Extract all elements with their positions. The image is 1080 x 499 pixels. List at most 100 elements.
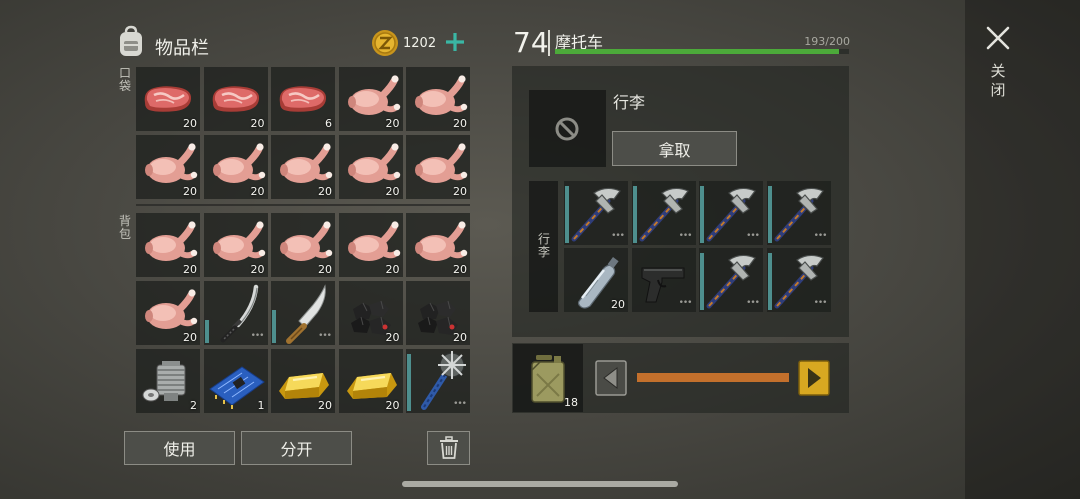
- item-quality-dots: •••: [318, 331, 332, 341]
- item-count: 20: [250, 263, 265, 276]
- backpack-item-slot[interactable]: •••: [271, 281, 335, 345]
- durability-bar: [407, 354, 411, 411]
- section-divider: [136, 204, 470, 206]
- fuel-decrease-button[interactable]: [595, 360, 627, 396]
- backpack-label: 背包: [118, 214, 131, 241]
- close-icon: [986, 26, 1010, 50]
- pocket-item-slot[interactable]: 20: [338, 135, 403, 199]
- item-count: 20: [611, 298, 625, 311]
- luggage-title: 行李: [613, 93, 646, 112]
- item-count: 20: [183, 117, 197, 130]
- item-quality-dots: •••: [678, 231, 693, 241]
- backpack-item-slot[interactable]: 20: [406, 281, 470, 345]
- luggage-item-slot[interactable]: 20: [564, 248, 628, 312]
- trash-icon: [439, 436, 458, 459]
- item-count: 20: [453, 117, 467, 130]
- add-coins-button[interactable]: [443, 30, 467, 56]
- backpack-item-slot[interactable]: 20: [203, 213, 268, 277]
- pocket-item-slot[interactable]: 20: [338, 67, 403, 131]
- item-quality-dots: •••: [746, 231, 760, 241]
- fuel-slider-fill: [637, 373, 789, 382]
- plus-icon: [446, 33, 464, 51]
- luggage-label-box: 行李: [529, 181, 558, 312]
- vehicle-level: 74: [513, 26, 549, 59]
- item-count: 20: [183, 185, 197, 198]
- pocket-item-slot[interactable]: 20: [406, 135, 470, 199]
- prohibited-icon: [555, 117, 579, 141]
- take-button[interactable]: 拿取: [612, 131, 737, 166]
- luggage-item-slot[interactable]: •••: [699, 248, 763, 312]
- luggage-item-slot[interactable]: •••: [699, 181, 763, 245]
- item-count: 20: [385, 117, 400, 130]
- durability-bar: [767, 253, 772, 310]
- luggage-item-slot[interactable]: •••: [766, 181, 831, 245]
- luggage-item-slot[interactable]: •••: [631, 248, 696, 312]
- backpack-item-slot[interactable]: 20: [338, 213, 403, 277]
- item-count: 20: [453, 185, 467, 198]
- backpack-icon: [116, 24, 146, 58]
- luggage-empty-slot[interactable]: [529, 90, 606, 167]
- item-count: 20: [183, 331, 197, 344]
- item-count: 20: [183, 263, 197, 276]
- fuel-count: 18: [564, 396, 578, 409]
- item-count: 1: [257, 399, 265, 412]
- pocket-item-slot[interactable]: 20: [203, 67, 268, 131]
- inventory-title: 物品栏: [155, 38, 209, 59]
- backpack-item-slot[interactable]: 20: [136, 281, 200, 345]
- pocket-item-slot[interactable]: 20: [406, 67, 470, 131]
- backpack-item-slot[interactable]: •••: [203, 281, 268, 345]
- home-indicator[interactable]: [402, 481, 678, 487]
- backpack-item-slot[interactable]: 20: [406, 213, 470, 277]
- item-count: 6: [325, 117, 332, 130]
- pocket-item-slot[interactable]: 6: [271, 67, 335, 131]
- backpack-item-slot[interactable]: •••: [406, 349, 470, 413]
- close-button[interactable]: [978, 20, 1018, 56]
- item-count: 20: [385, 185, 400, 198]
- item-quality-dots: •••: [250, 331, 265, 341]
- durability-bar: [565, 186, 569, 243]
- item-count: 20: [385, 263, 400, 276]
- pocket-label: 口袋: [118, 66, 131, 93]
- item-quality-dots: •••: [813, 231, 828, 241]
- pocket-item-slot[interactable]: 20: [203, 135, 268, 199]
- item-quality-dots: •••: [746, 298, 760, 308]
- durability-bar: [272, 310, 276, 343]
- luggage-item-slot[interactable]: •••: [564, 181, 628, 245]
- fuel-slider[interactable]: [637, 373, 789, 382]
- backpack-item-slot[interactable]: 20: [338, 281, 403, 345]
- item-count: 20: [453, 331, 467, 344]
- split-button[interactable]: 分开: [241, 431, 352, 465]
- backpack-item-slot[interactable]: 20: [338, 349, 403, 413]
- durability-bar: [767, 186, 772, 243]
- item-count: 2: [190, 399, 197, 412]
- close-label: 关闭: [990, 62, 1006, 99]
- capacity-bar-fill: [555, 49, 839, 54]
- arrow-right-icon: [798, 360, 830, 396]
- trash-button[interactable]: [427, 431, 470, 465]
- durability-bar: [700, 186, 704, 243]
- coin-icon: [370, 28, 400, 58]
- pocket-item-slot[interactable]: 20: [271, 135, 335, 199]
- item-quality-dots: •••: [678, 298, 693, 308]
- luggage-item-slot[interactable]: •••: [631, 181, 696, 245]
- backpack-item-slot[interactable]: 20: [136, 213, 200, 277]
- item-count: 20: [318, 263, 332, 276]
- backpack-item-slot[interactable]: 20: [271, 213, 335, 277]
- pocket-item-slot[interactable]: 20: [136, 135, 200, 199]
- backpack-item-slot[interactable]: 1: [203, 349, 268, 413]
- luggage-item-slot[interactable]: •••: [766, 248, 831, 312]
- vehicle-capacity: 193/200: [804, 35, 850, 48]
- fuel-increase-button[interactable]: [798, 360, 830, 396]
- item-count: 20: [318, 399, 332, 412]
- backpack-item-slot[interactable]: 2: [136, 349, 200, 413]
- item-quality-dots: •••: [611, 231, 625, 241]
- item-count: 20: [453, 263, 467, 276]
- backpack-item-slot[interactable]: 20: [271, 349, 335, 413]
- coin-count: 1202: [403, 36, 437, 51]
- use-button[interactable]: 使用: [124, 431, 235, 465]
- fuel-slot[interactable]: 18: [513, 344, 583, 412]
- durability-bar: [700, 253, 704, 310]
- durability-bar: [204, 320, 209, 343]
- pocket-item-slot[interactable]: 20: [136, 67, 200, 131]
- item-quality-dots: •••: [453, 399, 467, 409]
